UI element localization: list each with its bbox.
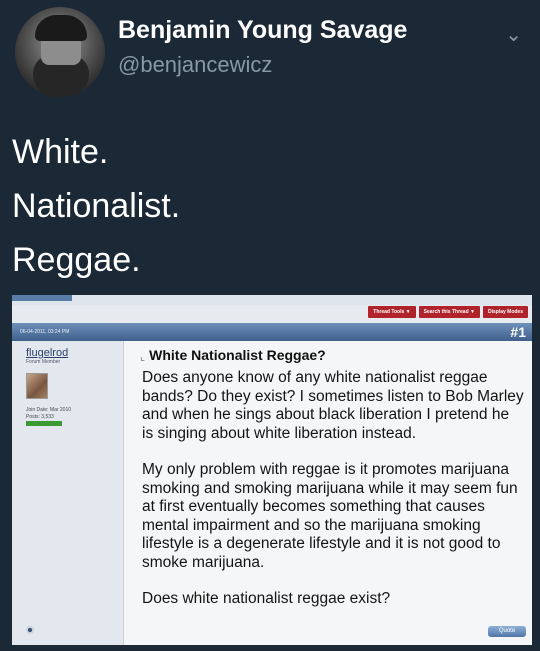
- post-paragraph: Does white nationalist reggae exist?: [142, 590, 391, 607]
- forum-screenshot-image[interactable]: Thread Tools ▼ Search this Thread ▼ Disp…: [12, 295, 532, 645]
- forum-username: flugelrod: [26, 347, 69, 359]
- post-number: #1: [510, 324, 526, 340]
- forum-join-date: Join Date: Mar 2010: [26, 407, 72, 413]
- tweet-text-line: White.: [12, 133, 109, 171]
- author-display-name[interactable]: Benjamin Young Savage: [118, 16, 407, 45]
- tweet-text-line: Nationalist.: [12, 187, 181, 225]
- post-header-bar: 06-04-2011, 03:24 PM #1: [12, 323, 532, 341]
- post-paragraph: Does anyone know of any white nationalis…: [142, 369, 524, 442]
- forum-post-count: Posts: 3,533: [26, 414, 54, 420]
- online-status-icon: [26, 626, 34, 634]
- post-title: ⌞ White Nationalist Reggae?: [140, 347, 326, 363]
- post-date: 06-04-2011, 03:24 PM: [20, 329, 70, 335]
- chevron-down-icon[interactable]: ⌄: [505, 22, 522, 47]
- forum-user-title: Forum Member: [26, 359, 61, 365]
- post-icon: ⌞: [140, 351, 146, 363]
- post-title-text: White Nationalist Reggae?: [149, 347, 326, 363]
- author-avatar[interactable]: [15, 7, 105, 97]
- author-handle[interactable]: @benjancewicz: [118, 52, 272, 78]
- post-content: ⌞ White Nationalist Reggae? Does anyone k…: [124, 341, 532, 645]
- forum-toolbar: Thread Tools ▼ Search this Thread ▼ Disp…: [368, 306, 528, 318]
- quote-button: Quote: [488, 626, 526, 637]
- post-paragraph: My only problem with reggae is it promot…: [142, 461, 518, 571]
- forum-user-avatar: [26, 373, 48, 399]
- tweet-text-line: Reggae.: [12, 241, 141, 279]
- post-body: Does anyone know of any white nationalis…: [142, 369, 524, 627]
- search-thread-button: Search this Thread ▼: [418, 306, 480, 318]
- reputation-bar: [26, 421, 62, 426]
- user-info-pane: flugelrod Forum Member Join Date: Mar 20…: [12, 341, 124, 645]
- forum-top-strip: [12, 295, 532, 305]
- thread-tools-button: Thread Tools ▼: [368, 306, 416, 318]
- display-modes-button: Display Modes: [482, 306, 528, 318]
